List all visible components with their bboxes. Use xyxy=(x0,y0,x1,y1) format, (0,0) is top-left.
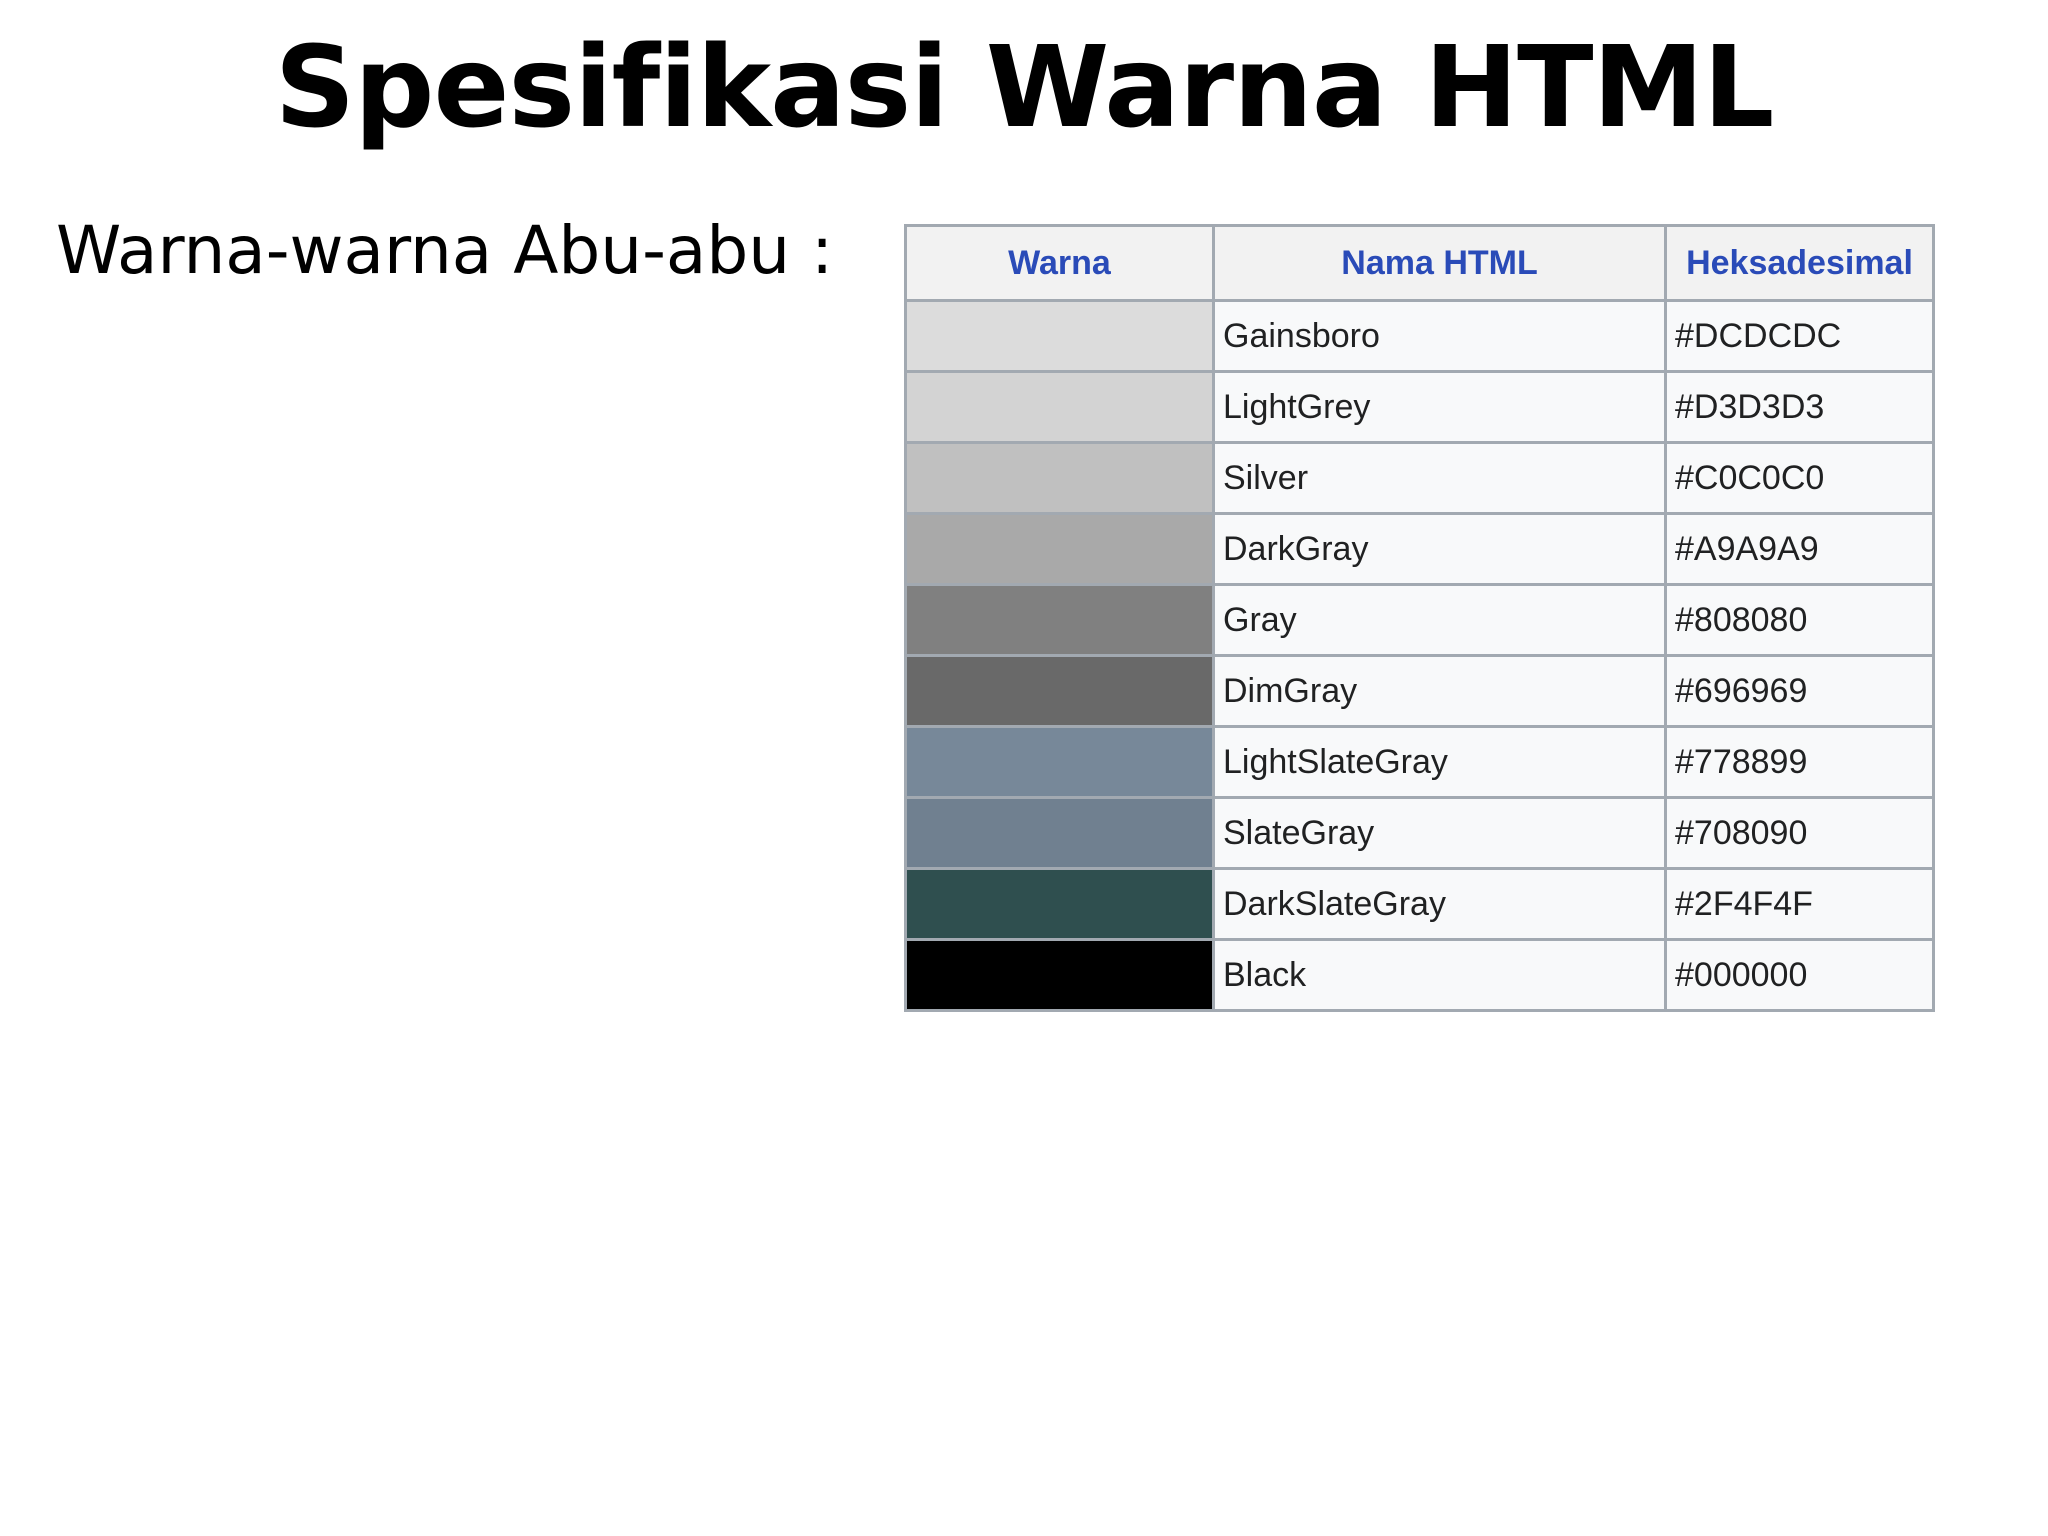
color-swatch xyxy=(904,370,1215,444)
color-hex: #000000 xyxy=(1664,938,1935,1012)
header-hex: Heksadesimal xyxy=(1664,224,1935,302)
table-row: Silver #C0C0C0 xyxy=(904,441,1935,515)
color-hex: #D3D3D3 xyxy=(1664,370,1935,444)
color-name: Silver xyxy=(1212,441,1667,515)
color-name: SlateGray xyxy=(1212,796,1667,870)
slide-title: Spesifikasi Warna HTML xyxy=(274,23,1775,153)
color-name: Gainsboro xyxy=(1212,299,1667,373)
color-hex: #A9A9A9 xyxy=(1664,512,1935,586)
color-name: LightSlateGray xyxy=(1212,725,1667,799)
color-name: DimGray xyxy=(1212,655,1667,728)
color-swatch xyxy=(904,512,1215,586)
color-swatch xyxy=(904,441,1215,515)
table-header-row: Warna Nama HTML Heksadesimal xyxy=(904,224,1935,302)
color-name: Gray xyxy=(1212,583,1667,657)
table-row: DarkGray #A9A9A9 xyxy=(904,512,1935,586)
table-row: LightGrey #D3D3D3 xyxy=(904,370,1935,444)
color-swatch xyxy=(904,655,1215,728)
slide-subtitle: Warna-warna Abu-abu : xyxy=(56,212,834,289)
color-hex: #778899 xyxy=(1664,725,1935,799)
color-swatch xyxy=(904,299,1215,373)
color-name: DarkGray xyxy=(1212,512,1667,586)
table-row: Black #000000 xyxy=(904,938,1935,1012)
color-hex: #2F4F4F xyxy=(1664,868,1935,941)
color-hex: #708090 xyxy=(1664,796,1935,870)
table-row: DarkSlateGray #2F4F4F xyxy=(904,868,1935,941)
table-row: LightSlateGray #778899 xyxy=(904,725,1935,799)
table-row: Gainsboro #DCDCDC xyxy=(904,299,1935,373)
color-swatch xyxy=(904,868,1215,941)
color-name: Black xyxy=(1212,938,1667,1012)
table-row: DimGray #696969 xyxy=(904,655,1935,728)
color-hex: #696969 xyxy=(1664,655,1935,728)
color-swatch xyxy=(904,725,1215,799)
color-hex: #DCDCDC xyxy=(1664,299,1935,373)
color-swatch xyxy=(904,583,1215,657)
color-hex: #C0C0C0 xyxy=(1664,441,1935,515)
color-swatch xyxy=(904,796,1215,870)
color-name: LightGrey xyxy=(1212,370,1667,444)
color-table: Warna Nama HTML Heksadesimal Gainsboro #… xyxy=(904,224,1935,1012)
table-row: SlateGray #708090 xyxy=(904,796,1935,870)
color-name: DarkSlateGray xyxy=(1212,868,1667,941)
color-swatch xyxy=(904,938,1215,1012)
header-color: Warna xyxy=(904,224,1215,302)
table-row: Gray #808080 xyxy=(904,583,1935,657)
color-hex: #808080 xyxy=(1664,583,1935,657)
header-html-name: Nama HTML xyxy=(1212,224,1667,302)
